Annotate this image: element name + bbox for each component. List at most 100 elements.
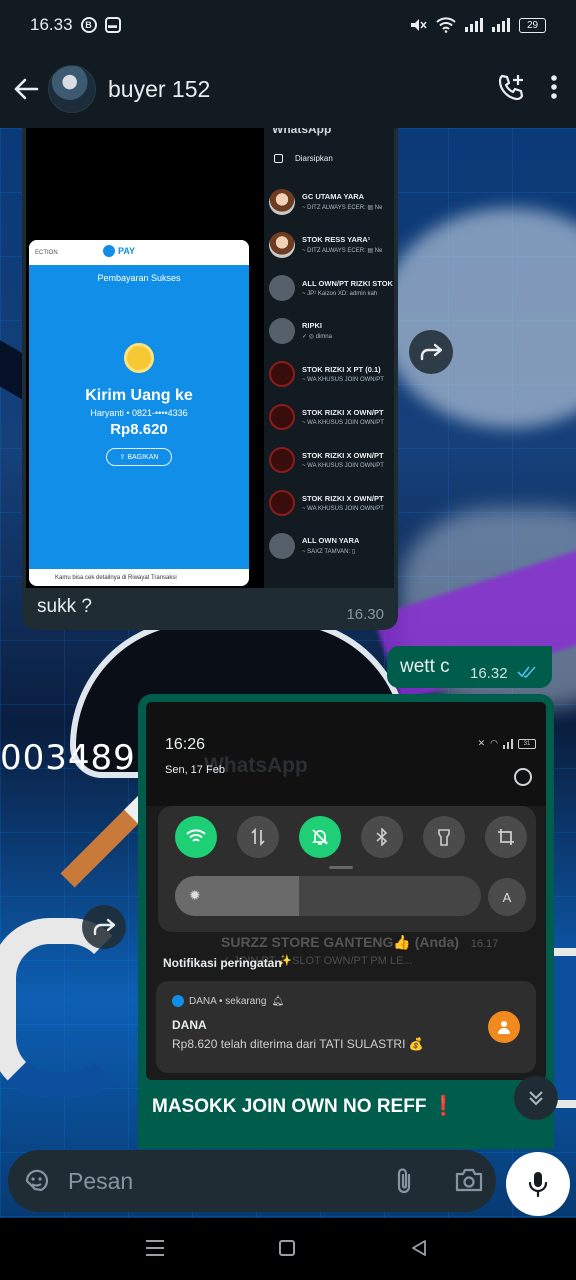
dana-header-left: ECTION [35, 249, 58, 256]
bell-off-icon [311, 829, 329, 845]
mute-icon: ✕ [477, 738, 486, 748]
chat-text: GC UTAMA YARA ~ DITZ ALWAYS ECER: ▤ Ne [302, 192, 382, 211]
coin-icon [124, 343, 154, 373]
quick-settings-top: WhatsApp 16:26 Sen, 17 Feb ✕ ◠ 31 [146, 702, 546, 806]
voice-message-button[interactable] [506, 1152, 570, 1216]
home-button[interactable] [279, 1240, 295, 1256]
message-input[interactable]: Pesan [68, 1168, 133, 1195]
wa-chat-row: STOK RIZKI X OWN/PT ~ WA KHUSUS JOIN OWN/… [264, 395, 394, 438]
settings-gear-icon [514, 768, 532, 786]
dana-logo: PAY [103, 245, 135, 257]
camera-button[interactable] [454, 1167, 484, 1198]
whatsapp-list-screenshot: WhatsApp Diarsipkan GC UTAMA YARA ~ DITZ … [264, 128, 394, 588]
phone-plus-icon [498, 74, 524, 100]
back-button[interactable] [4, 67, 48, 111]
wa-chat-row: STOK RIZKI X OWN/PT ~ WA KHUSUS JOIN OWN/… [264, 481, 394, 524]
qs-status-icons: ✕ ◠ 31 [478, 738, 536, 749]
sun-icon: ✹ [189, 887, 201, 903]
chat-name: ALL OWN/PT RIZKI STOK [302, 278, 393, 288]
chat-text: STOK RIZKI X OWN/PT ~ WA KHUSUS JOIN OWN/… [302, 451, 384, 469]
qs-date: Sen, 17 Feb [165, 764, 225, 776]
wa-chat-row: RIPKI ✓ ◎ dimna [264, 309, 394, 352]
attach-button[interactable] [393, 1166, 417, 1201]
forward-icon [420, 343, 443, 361]
chat-text: ALL OWN YARA ~ SAXZ TAMVAN: ▯ [302, 536, 359, 555]
b-notification-icon: B [80, 17, 97, 33]
chat-name: STOK RIZKI X OWN/PT [302, 493, 384, 503]
chat-header: buyer 152 [0, 50, 576, 128]
message-time: 16.32 [470, 665, 508, 682]
message-image[interactable]: WhatsApp 16:26 Sen, 17 Feb ✕ ◠ 31 ✹ A SU… [146, 702, 546, 1080]
dana-screenshot: ECTION PAY Pembayaran Sukses Kirim Uang … [29, 128, 249, 588]
chat-avatar [269, 446, 295, 473]
status-time: 16.33 [30, 15, 73, 34]
dana-notification: DANA • sekarang 🔔︎ DANA Rp8.620 telah dit… [156, 981, 536, 1073]
incoming-image-message[interactable]: ECTION PAY Pembayaran Sukses Kirim Uang … [22, 128, 398, 630]
forward-button[interactable] [82, 905, 126, 949]
contact-name[interactable]: buyer 152 [108, 76, 210, 103]
chat-snippet: ~ JP¹ Kaizoo XD: admin kah [302, 290, 378, 297]
dana-logo-icon [103, 245, 115, 257]
message-input-pill[interactable]: Pesan [8, 1150, 496, 1212]
dana-share-label: BAGIKAN [127, 453, 159, 461]
status-bar: 16.33 B ▬ 29 [0, 0, 576, 50]
notification-title: DANA [172, 1018, 207, 1032]
crop-icon [498, 829, 514, 845]
chat-snippet: ~ WA KHUSUS JOIN OWN/PT [302, 376, 384, 383]
chat-avatar [269, 489, 295, 516]
chat-text: STOK RESS YARA¹ ~ DITZ ALWAYS ECER: ▤ Ne [302, 235, 382, 254]
chat-snippet: ~ DITZ ALWAYS ECER: ▤ Ne [302, 248, 383, 254]
flashlight-toggle [423, 816, 465, 858]
quick-settings-panel: ✹ A [158, 806, 536, 932]
chat-name: ALL OWN YARA [302, 536, 360, 545]
chat-avatar [269, 188, 295, 215]
chat-snippet: ~ WA KHUSUS JOIN OWN/PT [302, 505, 384, 512]
contact-avatar[interactable] [48, 65, 96, 113]
data-toggle [237, 816, 279, 858]
chat-snippet: ~ SAXZ TAMVAN: ▯ [302, 549, 356, 555]
dana-footer: Kamu bisa cek detailnya di Riwayat Trans… [29, 569, 249, 586]
message-caption: MASOKK JOIN OWN NO REFF ❗ [152, 1096, 456, 1117]
battery-icon: 29 [519, 17, 546, 33]
chat-snippet: ~ WA KHUSUS JOIN OWN/PT [302, 462, 384, 469]
forward-button[interactable] [409, 330, 453, 374]
chat-snippet: ~ DITZ ALWAYS ECER: ▤ Ne [302, 205, 383, 211]
chat-name: RIPKI [302, 321, 323, 330]
add-call-button[interactable] [496, 72, 526, 107]
message-caption: sukk ? [37, 596, 92, 617]
more-options-button[interactable] [550, 74, 558, 105]
scroll-to-bottom-button[interactable] [514, 1076, 558, 1120]
chat-name: GC UTAMA YARA [302, 192, 365, 201]
chat-avatar [269, 317, 295, 344]
chat-text: ALL OWN/PT RIZKI STOK ~ JP¹ Kaizoo XD: ad… [302, 279, 393, 297]
ghost-chat-title: SURZZ STORE GANTENG👍 (Anda) 16.17 [221, 934, 499, 950]
archive-icon [274, 154, 283, 163]
bluetooth-toggle [361, 816, 403, 858]
microphone-icon [528, 1172, 548, 1198]
wifi-icon [186, 829, 206, 842]
chat-text: STOK RIZKI X PT (0.1) ~ WA KHUSUS JOIN OW… [302, 365, 384, 383]
message-time: 16.30 [346, 606, 384, 623]
wa-chat-row: ALL OWN YARA ~ SAXZ TAMVAN: ▯ [264, 524, 394, 567]
bluetooth-icon [376, 828, 388, 846]
chat-avatar [269, 274, 295, 301]
dana-amount: Rp8.620 [110, 421, 168, 438]
signal-2-icon [492, 18, 510, 32]
chat-name: STOK RIZKI X OWN/PT [302, 407, 384, 417]
share-icon: ⇪ [119, 454, 128, 461]
chat-text: STOK RIZKI X OWN/PT ~ WA KHUSUS JOIN OWN/… [302, 408, 384, 426]
outgoing-image-message[interactable]: WhatsApp 16:26 Sen, 17 Feb ✕ ◠ 31 ✹ A SU… [138, 694, 554, 1149]
message-image[interactable]: ECTION PAY Pembayaran Sukses Kirim Uang … [26, 128, 394, 588]
dana-recipient: Haryanti • 0821-••••4336 [90, 408, 188, 418]
outgoing-text-message[interactable]: wett c 16.32 [387, 646, 552, 688]
sticker-button[interactable] [22, 1166, 52, 1196]
archived-row: Diarsipkan [274, 154, 333, 163]
chat-avatar [269, 532, 295, 559]
paperclip-icon [397, 1168, 411, 1194]
flashlight-icon [438, 829, 450, 846]
nav-back-icon[interactable] [410, 1239, 428, 1257]
chat-text: STOK RIZKI X OWN/PT ~ WA KHUSUS JOIN OWN/… [302, 494, 384, 512]
recents-button[interactable] [146, 1240, 164, 1256]
bell-icon: 🔔︎ [271, 995, 285, 1007]
notification-avatar-icon [488, 1011, 520, 1043]
